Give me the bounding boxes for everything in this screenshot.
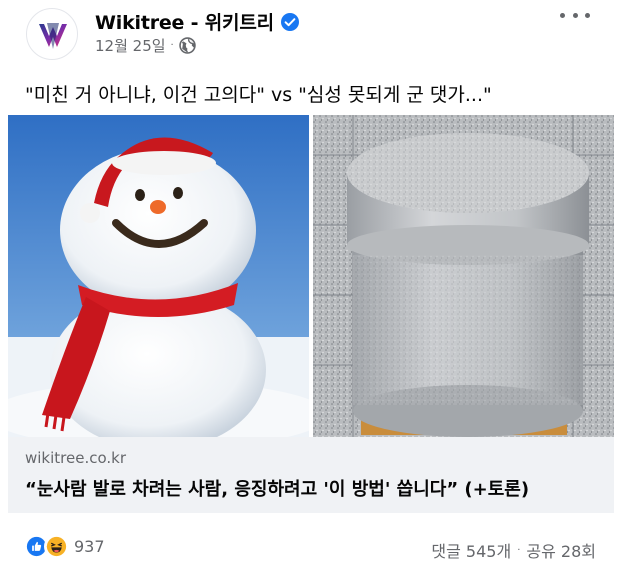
- link-domain: wikitree.co.kr: [25, 449, 127, 467]
- stone-bollard-image[interactable]: [313, 115, 614, 437]
- more-options-icon[interactable]: [560, 6, 590, 24]
- stats-separator: ·: [517, 544, 521, 556]
- verified-icon: [280, 12, 299, 31]
- meta-separator: ·: [170, 40, 174, 51]
- globe-icon: [179, 37, 196, 54]
- comment-count[interactable]: 댓글 545개: [431, 538, 511, 562]
- post-text: "미친 거 아니냐, 이건 고의다" vs "심성 못되게 군 댓가...": [25, 84, 492, 106]
- reaction-count: 937: [74, 537, 105, 556]
- wikitree-logo: [39, 23, 67, 49]
- link-preview[interactable]: wikitree.co.kr “눈사람 발로 차려는 사람, 응징하려고 '이 …: [8, 437, 614, 513]
- post-footer: 937 댓글 545개 · 공유 28회: [0, 530, 622, 566]
- reactions-summary[interactable]: 937: [24, 534, 105, 559]
- snowman-image[interactable]: [8, 115, 309, 437]
- snowman-illustration: [8, 115, 309, 437]
- share-count[interactable]: 공유 28회: [526, 538, 596, 562]
- post-date[interactable]: 12월 25일: [95, 35, 166, 56]
- engagement-stats: 댓글 545개 · 공유 28회: [431, 538, 596, 562]
- page-avatar[interactable]: [26, 8, 78, 60]
- stone-bollard-illustration: [313, 115, 614, 437]
- haha-reaction-icon: [44, 534, 69, 559]
- post-header: Wikitree - 위키트리 12월 25일 ·: [0, 0, 622, 66]
- post-media[interactable]: [8, 115, 614, 437]
- page-name[interactable]: Wikitree - 위키트리: [95, 8, 274, 35]
- link-title[interactable]: “눈사람 발로 차려는 사람, 응징하려고 '이 방법' 씁니다” (+토론): [25, 475, 529, 501]
